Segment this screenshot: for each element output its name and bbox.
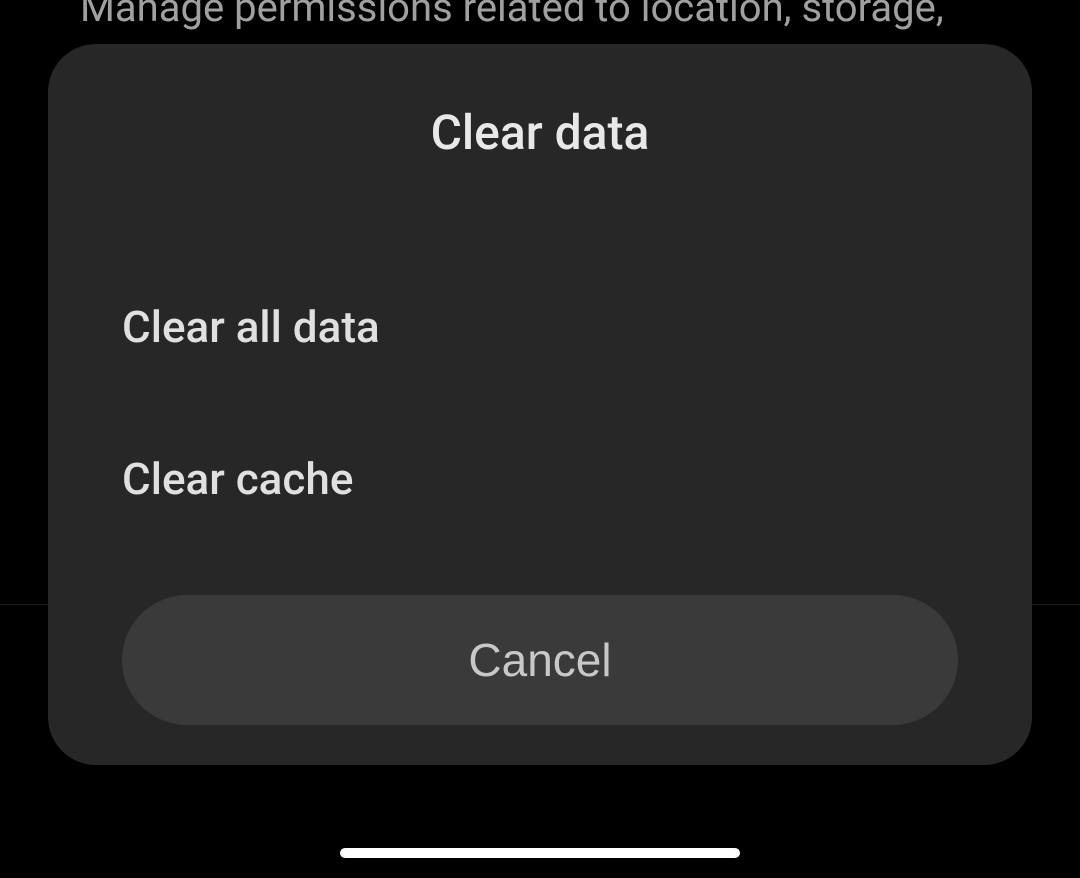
home-indicator[interactable] — [340, 848, 740, 858]
clear-all-data-option[interactable]: Clear all data — [48, 251, 1032, 403]
clear-cache-option[interactable]: Clear cache — [48, 403, 1032, 555]
cancel-button[interactable]: Cancel — [122, 595, 958, 725]
dialog-title: Clear data — [48, 104, 1032, 161]
clear-data-dialog: Clear data Clear all data Clear cache Ca… — [48, 44, 1032, 765]
